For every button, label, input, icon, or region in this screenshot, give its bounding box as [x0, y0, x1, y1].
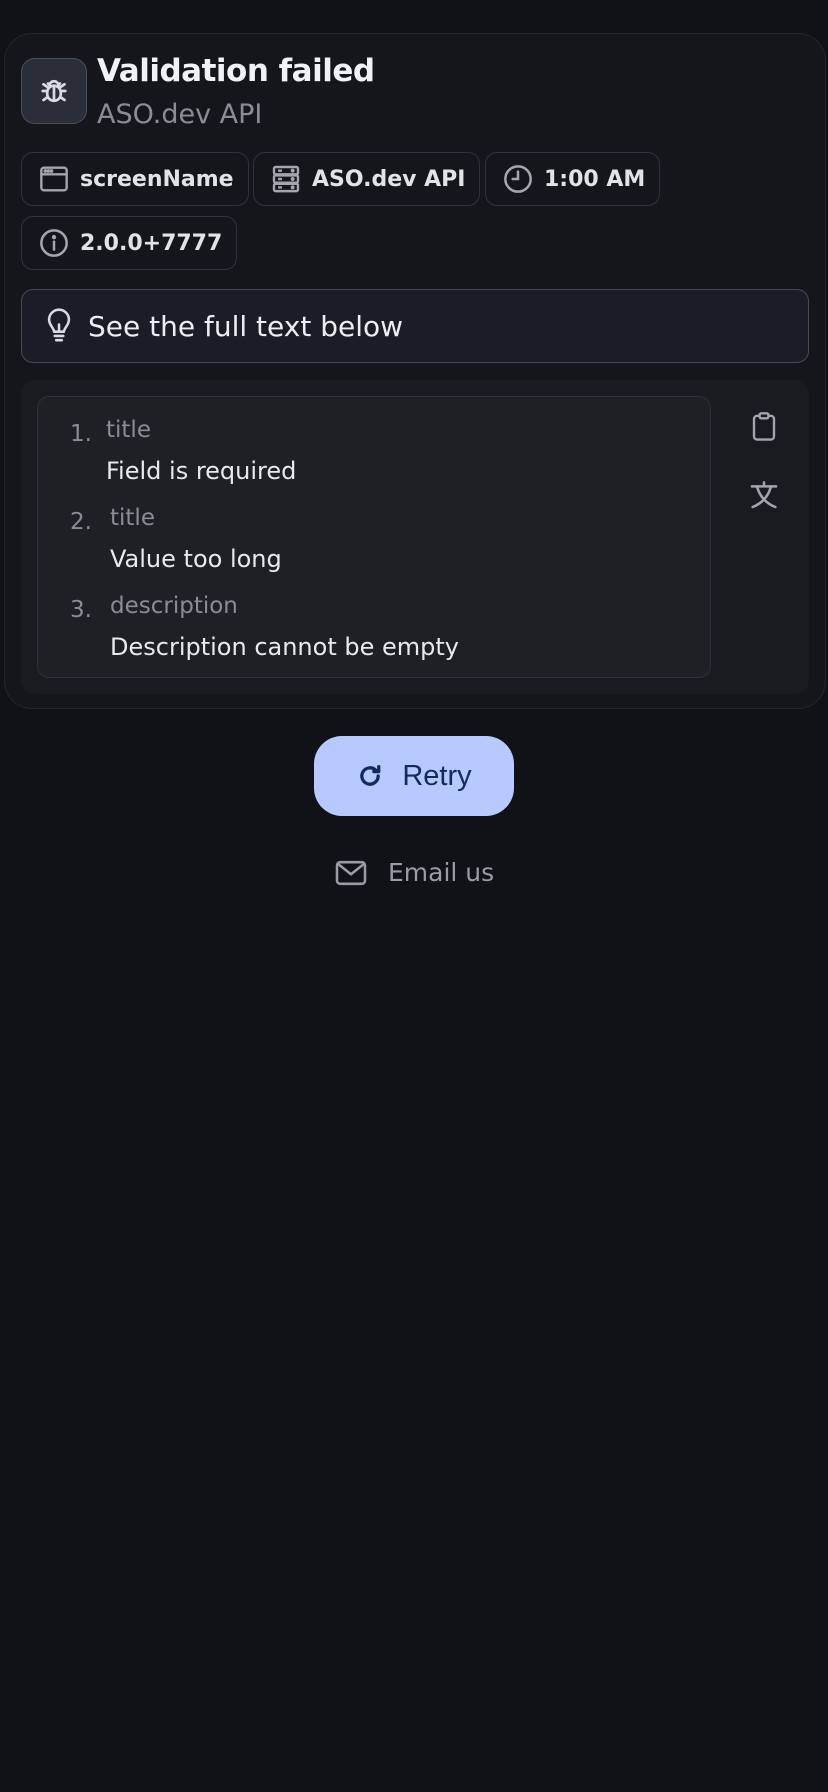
error-list: 1. title Field is required 2. title Valu…: [37, 396, 711, 678]
error-source: ASO.dev API: [97, 99, 263, 130]
translate-icon: [750, 481, 778, 509]
bug-icon: [41, 79, 67, 103]
retry-label: Retry: [402, 759, 472, 792]
chip-label: 1:00 AM: [544, 166, 646, 192]
clock-icon: [504, 165, 532, 193]
lightbulb-icon: [47, 308, 71, 342]
retry-button[interactable]: Retry: [314, 736, 514, 816]
item-number: 1.: [70, 421, 92, 447]
error-card: Validation failed ASO.dev API screenName…: [4, 33, 826, 709]
item-number: 3.: [70, 597, 92, 623]
item-number: 2.: [70, 509, 92, 535]
chip-screen-name[interactable]: screenName: [21, 152, 249, 206]
info-icon: [40, 229, 68, 257]
error-details-panel: 1. title Field is required 2. title Valu…: [21, 380, 809, 694]
email-label: Email us: [388, 858, 495, 887]
item-message: Value too long: [110, 545, 282, 573]
clipboard-icon: [752, 412, 776, 441]
chip-version[interactable]: 2.0.0+7777: [21, 216, 238, 270]
chip-time[interactable]: 1:00 AM: [485, 152, 661, 206]
server-icon: [272, 165, 300, 193]
chip-service[interactable]: ASO.dev API: [253, 152, 481, 206]
item-message: Field is required: [106, 457, 297, 485]
chip-label: screenName: [80, 166, 234, 192]
browser-window-icon: [40, 166, 68, 192]
refresh-icon: [360, 765, 381, 786]
hint-text: See the full text below: [88, 309, 404, 343]
error-title: Validation failed: [97, 53, 375, 89]
email-us-link[interactable]: Email us: [334, 858, 494, 887]
chip-label: 2.0.0+7777: [80, 230, 223, 256]
chip-label: ASO.dev API: [312, 166, 466, 192]
hint-banner: See the full text below: [21, 289, 809, 363]
copy-button[interactable]: [741, 404, 787, 450]
item-field: description: [110, 593, 238, 619]
item-field: title: [110, 505, 155, 531]
item-message: Description cannot be empty: [110, 633, 459, 661]
translate-button[interactable]: [741, 472, 787, 518]
item-field: title: [106, 417, 151, 443]
error-type-badge: [21, 58, 87, 124]
mail-icon: [335, 860, 367, 885]
